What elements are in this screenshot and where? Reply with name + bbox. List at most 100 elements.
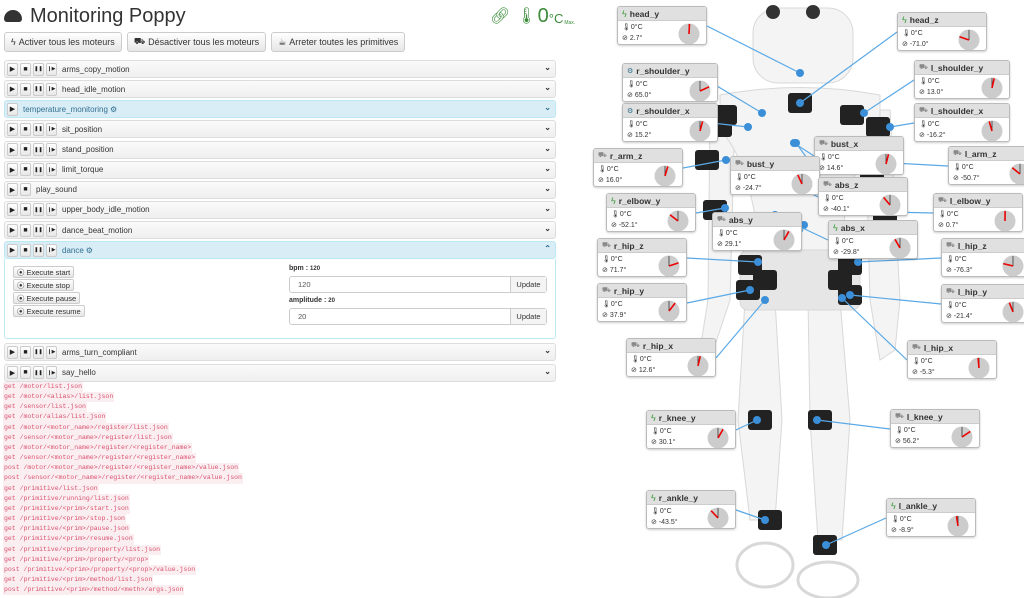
primitive-row[interactable]: ▶ ■ ❚❚ ❙▶ dance ⚙ ⌃ bbox=[4, 241, 556, 260]
play-button[interactable]: ▶ bbox=[7, 122, 18, 136]
motor-card[interactable]: ⛟ abs_y 🌡︎0°C ⊘ 29.1° bbox=[712, 212, 802, 251]
motor-card[interactable]: ⛟ bust_x 🌡︎0°C ⊘ 14.6° bbox=[814, 136, 904, 175]
primitive-row[interactable]: ▶ ■ ❚❚ ❙▶ sit_position ⌄ bbox=[4, 120, 556, 139]
play-button[interactable]: ▶ bbox=[7, 183, 18, 197]
resume-button[interactable]: ❙▶ bbox=[46, 82, 57, 96]
enable-all-motors-button[interactable]: ϟ Activer tous les moteurs bbox=[4, 32, 122, 52]
disable-all-motors-button[interactable]: ⛟ Désactiver tous les moteurs bbox=[126, 32, 267, 52]
amplitude-input[interactable]: 20 bbox=[290, 309, 510, 324]
stop-button[interactable]: ■ bbox=[20, 203, 31, 217]
motor-card[interactable]: ϟ abs_x 🌡︎0°C ⊘ -29.8° bbox=[828, 220, 918, 259]
stop-button[interactable]: ■ bbox=[20, 82, 31, 96]
update-button[interactable]: Update bbox=[510, 277, 546, 293]
chevron-down-icon[interactable]: ⌄ bbox=[544, 164, 551, 173]
motor-card[interactable]: ⛟ l_knee_y 🌡︎0°C ⊘ 56.2° bbox=[890, 409, 980, 448]
play-button[interactable]: ▶ bbox=[7, 203, 18, 217]
motor-card[interactable]: ⛟ l_hip_z 🌡︎0°C ⊘ -76.3° bbox=[941, 238, 1024, 277]
resume-button[interactable]: ❙▶ bbox=[46, 203, 57, 217]
motor-card[interactable]: ϟ head_y 🌡︎0°C ⊘ 2.7° bbox=[617, 6, 707, 45]
resume-button[interactable]: ❙▶ bbox=[46, 122, 57, 136]
pause-button[interactable]: ❚❚ bbox=[33, 203, 44, 217]
motor-card[interactable]: ⛟ r_hip_x 🌡︎0°C ⊘ 12.6° bbox=[626, 338, 716, 377]
play-button[interactable]: ▶ bbox=[7, 82, 18, 96]
primitive-row[interactable]: ▶ ■ ❚❚ ❙▶ upper_body_idle_motion ⌄ bbox=[4, 200, 556, 219]
resume-button[interactable]: ❙▶ bbox=[46, 163, 57, 177]
chevron-down-icon[interactable]: ⌄ bbox=[544, 224, 551, 233]
play-button[interactable]: ▶ bbox=[7, 243, 18, 257]
primitive-row[interactable]: ▶ ■ ❚❚ ❙▶ arms_turn_compliant ⌄ bbox=[4, 343, 556, 362]
play-button[interactable]: ▶ bbox=[7, 62, 18, 76]
chevron-up-icon[interactable]: ⌃ bbox=[544, 244, 551, 253]
motor-card[interactable]: ϟ r_knee_y 🌡︎0°C ⊘ 30.1° bbox=[646, 410, 736, 449]
motor-card[interactable]: ⛟ r_arm_z 🌡︎0°C ⊘ 16.0° bbox=[593, 148, 683, 187]
play-button[interactable]: ▶ bbox=[7, 102, 18, 116]
resume-button[interactable]: ❙▶ bbox=[46, 62, 57, 76]
primitive-row[interactable]: ▶ ■ ❚❚ ❙▶ head_idle_motion ⌄ bbox=[4, 80, 556, 99]
stop-button[interactable]: ■ bbox=[20, 143, 31, 157]
update-button[interactable]: Update bbox=[510, 309, 546, 325]
chevron-down-icon[interactable]: ⌄ bbox=[544, 346, 551, 355]
motor-card[interactable]: ⛟ l_hip_y 🌡︎0°C ⊘ -21.4° bbox=[941, 284, 1024, 323]
pause-button[interactable]: ❚❚ bbox=[33, 243, 44, 257]
resume-button[interactable]: ❙▶ bbox=[46, 143, 57, 157]
motor-card[interactable]: ⚙ r_shoulder_y 🌡︎0°C ⊘ 65.0° bbox=[622, 63, 718, 102]
play-button[interactable]: ▶ bbox=[7, 223, 18, 237]
motor-card[interactable]: ⛟ l_elbow_y 🌡︎0°C ⊘ 0.7° bbox=[933, 193, 1023, 232]
resume-button[interactable]: ❙▶ bbox=[46, 243, 57, 257]
execute-method-button[interactable]: ⦿ Execute pause bbox=[13, 292, 81, 305]
motor-card[interactable]: ⛟ r_hip_z 🌡︎0°C ⊘ 71.7° bbox=[597, 238, 687, 277]
pause-button[interactable]: ❚❚ bbox=[33, 366, 44, 380]
motor-card[interactable]: ⚙ r_shoulder_x 🌡︎0°C ⊘ 15.2° bbox=[622, 103, 718, 142]
resume-button[interactable]: ❙▶ bbox=[46, 366, 57, 380]
primitive-row[interactable]: ▶ ■ ❚❚ ❙▶ limit_torque ⌄ bbox=[4, 160, 556, 179]
primitive-row[interactable]: ▶ ■ play_sound ⌄ bbox=[4, 180, 556, 199]
stop-button[interactable]: ■ bbox=[20, 163, 31, 177]
chevron-down-icon[interactable]: ⌄ bbox=[544, 184, 551, 193]
pause-button[interactable]: ❚❚ bbox=[33, 143, 44, 157]
stop-button[interactable]: ■ bbox=[20, 243, 31, 257]
chevron-down-icon[interactable]: ⌄ bbox=[544, 123, 551, 132]
motor-card[interactable]: ϟ l_ankle_y 🌡︎0°C ⊘ -8.9° bbox=[886, 498, 976, 537]
motor-card[interactable]: ⛟ l_hip_x 🌡︎0°C ⊘ -5.3° bbox=[907, 340, 997, 379]
motor-card[interactable]: ϟ r_ankle_y 🌡︎0°C ⊘ -43.5° bbox=[646, 490, 736, 529]
execute-method-button[interactable]: ⦿ Execute resume bbox=[13, 305, 85, 318]
stop-button[interactable]: ■ bbox=[20, 366, 31, 380]
chevron-down-icon[interactable]: ⌄ bbox=[544, 63, 551, 72]
bpm-input[interactable]: 120 bbox=[290, 277, 510, 292]
play-button[interactable]: ▶ bbox=[7, 345, 18, 359]
play-button[interactable]: ▶ bbox=[7, 143, 18, 157]
stop-button[interactable]: ■ bbox=[20, 183, 31, 197]
primitive-row[interactable]: ▶ ■ ❚❚ ❙▶ stand_position ⌄ bbox=[4, 140, 556, 159]
pause-button[interactable]: ❚❚ bbox=[33, 62, 44, 76]
stop-button[interactable]: ■ bbox=[20, 122, 31, 136]
chevron-down-icon[interactable]: ⌄ bbox=[544, 103, 551, 112]
chevron-down-icon[interactable]: ⌄ bbox=[544, 204, 551, 213]
motor-card[interactable]: ⛟ l_arm_z 🌡︎0°C ⊘ -50.7° bbox=[948, 146, 1024, 185]
pause-button[interactable]: ❚❚ bbox=[33, 122, 44, 136]
motor-card[interactable]: ⛟ l_shoulder_x 🌡︎0°C ⊘ -16.2° bbox=[914, 103, 1010, 142]
play-button[interactable]: ▶ bbox=[7, 366, 18, 380]
pause-button[interactable]: ❚❚ bbox=[33, 345, 44, 359]
motor-card[interactable]: ⛟ l_shoulder_y 🌡︎0°C ⊘ 13.0° bbox=[914, 60, 1010, 99]
primitive-row[interactable]: ▶ ■ ❚❚ ❙▶ dance_beat_motion ⌄ bbox=[4, 221, 556, 240]
motor-card[interactable]: ⛟ bust_y 🌡︎0°C ⊘ -24.7° bbox=[730, 156, 820, 195]
primitive-row[interactable]: ▶ temperature_monitoring ⚙ ⌄ bbox=[4, 100, 556, 119]
execute-method-button[interactable]: ⦿ Execute stop bbox=[13, 279, 74, 292]
chevron-down-icon[interactable]: ⌄ bbox=[544, 83, 551, 92]
motor-card[interactable]: ⛟ r_hip_y 🌡︎0°C ⊘ 37.9° bbox=[597, 283, 687, 322]
stop-button[interactable]: ■ bbox=[20, 223, 31, 237]
pause-button[interactable]: ❚❚ bbox=[33, 82, 44, 96]
stop-button[interactable]: ■ bbox=[20, 345, 31, 359]
stop-button[interactable]: ■ bbox=[20, 62, 31, 76]
resume-button[interactable]: ❙▶ bbox=[46, 345, 57, 359]
resume-button[interactable]: ❙▶ bbox=[46, 223, 57, 237]
primitive-row[interactable]: ▶ ■ ❚❚ ❙▶ say_hello ⌄ bbox=[4, 363, 556, 382]
motor-card[interactable]: ϟ head_z 🌡︎0°C ⊘ -71.0° bbox=[897, 12, 987, 51]
stop-all-primitives-button[interactable]: ☕︎ Arreter toutes les primitives bbox=[271, 32, 406, 52]
chevron-down-icon[interactable]: ⌄ bbox=[544, 144, 551, 153]
primitive-row[interactable]: ▶ ■ ❚❚ ❙▶ arms_copy_motion ⌄ bbox=[4, 60, 556, 78]
motor-card[interactable]: ⛟ abs_z 🌡︎0°C ⊘ -40.1° bbox=[818, 177, 908, 216]
play-button[interactable]: ▶ bbox=[7, 163, 18, 177]
motor-card[interactable]: ϟ r_elbow_y 🌡︎0°C ⊘ -52.1° bbox=[606, 193, 696, 232]
pause-button[interactable]: ❚❚ bbox=[33, 223, 44, 237]
